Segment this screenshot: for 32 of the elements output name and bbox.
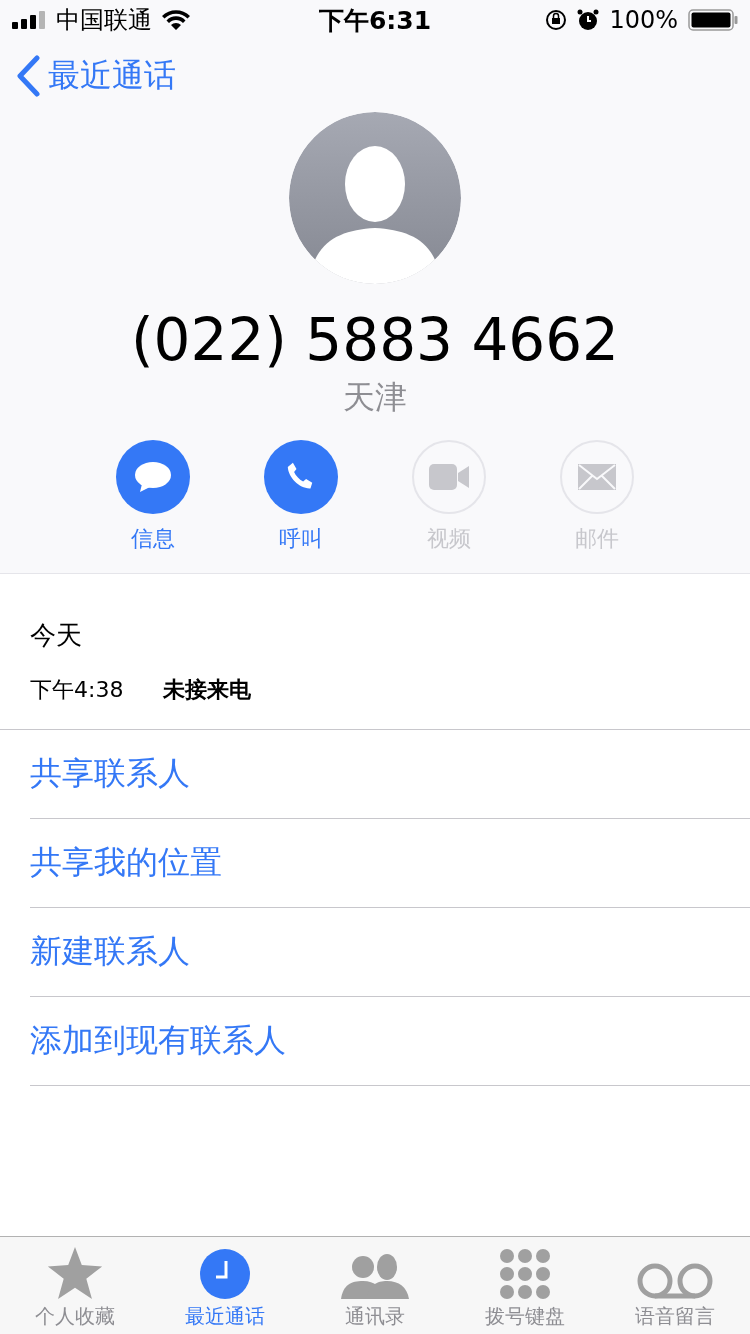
carrier-name: 中国联通: [56, 5, 152, 36]
tab-item[interactable]: 通讯录: [300, 1237, 450, 1334]
wifi-icon: [162, 10, 190, 30]
signal-icon: [12, 11, 46, 29]
people-icon: [341, 1251, 409, 1299]
chevron-left-icon: [16, 55, 40, 97]
video-camera-icon: [429, 464, 469, 490]
keypad-icon: [500, 1249, 550, 1299]
status-time: 下午6:31: [318, 4, 432, 37]
call-type: 未接来电: [163, 676, 252, 704]
call-time: 下午4:38: [30, 676, 124, 704]
tab-item[interactable]: 个人收藏: [0, 1237, 150, 1334]
tab-item[interactable]: 最近通话: [150, 1237, 300, 1334]
envelope-icon: [578, 464, 616, 490]
date-header: 今天: [30, 619, 83, 652]
tab-item[interactable]: 拨号键盘: [450, 1237, 600, 1334]
option-link[interactable]: 共享我的位置: [30, 819, 750, 908]
option-link[interactable]: 共享联系人: [30, 730, 750, 819]
rotation-lock-icon: [545, 9, 568, 31]
option-link[interactable]: 新建联系人: [30, 908, 750, 997]
voicemail-icon: [637, 1263, 713, 1299]
location-label: 天津: [343, 377, 407, 418]
clock-icon: [200, 1249, 250, 1299]
battery-percent: 100%: [609, 6, 678, 34]
option-link[interactable]: 添加到现有联系人: [30, 997, 750, 1086]
back-button[interactable]: 最近通话: [16, 54, 176, 98]
tab-item[interactable]: 语音留言: [600, 1237, 750, 1334]
star-icon: [47, 1247, 103, 1299]
alarm-clock-icon: [577, 9, 600, 31]
battery-icon: [688, 9, 738, 31]
speech-bubble-icon: [134, 460, 172, 494]
phone-number: (022) 5883 4662: [130, 306, 619, 374]
